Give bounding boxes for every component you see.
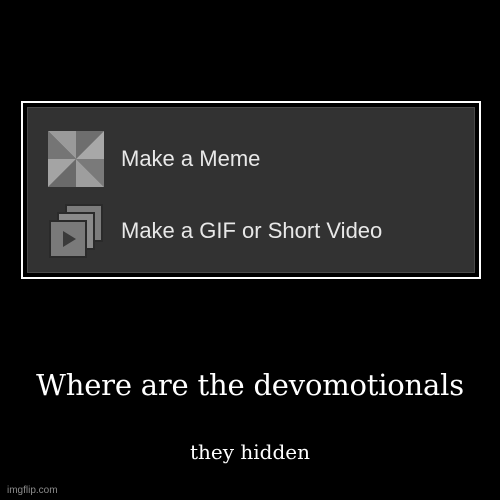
menu-item-label: Make a Meme bbox=[121, 146, 261, 171]
menu-screenshot: Make a Meme Make a GIF or Short Video bbox=[27, 107, 475, 273]
pinwheel-icon bbox=[48, 131, 104, 187]
menu-item-make-gif[interactable]: Make a GIF or Short Video bbox=[28, 196, 474, 266]
poster-image-frame: Make a Meme Make a GIF or Short Video bbox=[21, 101, 481, 279]
menu-item-label: Make a GIF or Short Video bbox=[121, 218, 383, 243]
caption-subtitle: they hidden bbox=[189, 440, 310, 464]
caption-title: Where are the devomotionals bbox=[36, 368, 464, 402]
site-watermark: imgflip.com bbox=[7, 485, 58, 496]
menu-item-make-meme[interactable]: Make a Meme bbox=[28, 124, 474, 194]
stacked-video-icon bbox=[48, 203, 104, 259]
